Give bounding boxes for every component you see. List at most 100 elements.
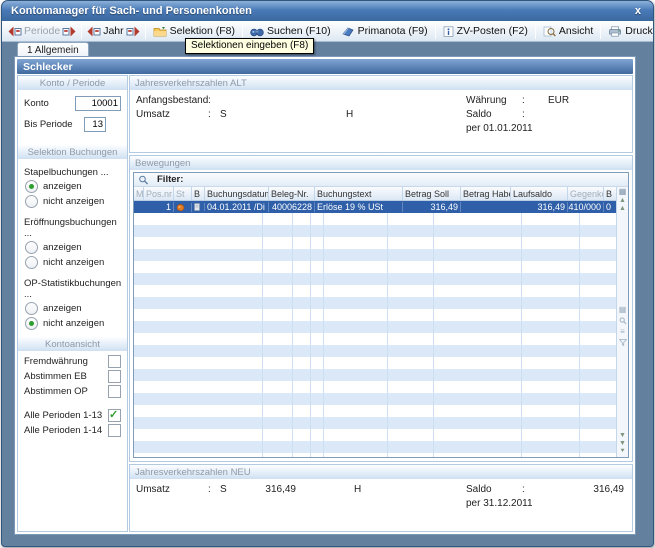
col-header-posnr[interactable]: Pos.nr bbox=[144, 187, 174, 200]
table-nav-strip: ▦ ▲ ▲ ▦ ≡ bbox=[616, 187, 628, 457]
col-header-b[interactable]: B bbox=[192, 187, 205, 200]
radio-icon[interactable] bbox=[25, 195, 38, 208]
checkbox-icon[interactable] bbox=[108, 424, 121, 437]
col-header-buchungsdatum[interactable]: Buchungsdatum ▾ bbox=[205, 187, 269, 200]
column-grid-line bbox=[433, 213, 434, 457]
radio-op-nicht-anzeigen[interactable]: nicht anzeigen bbox=[18, 316, 127, 331]
drucken-button[interactable]: Drucken bbox=[603, 22, 654, 40]
radio-icon[interactable] bbox=[25, 256, 38, 269]
col-header-betrag-haben[interactable]: Betrag Haben bbox=[461, 187, 511, 200]
b-cell bbox=[192, 203, 205, 211]
column-grid-line bbox=[579, 213, 580, 457]
bewegungen-table: M Pos.nr St B Buchungsdatum ▾ Beleg-Nr. bbox=[134, 187, 616, 457]
op-statistikbuchungen-label: OP-Statistikbuchungen ... bbox=[18, 275, 127, 301]
batch-icon bbox=[176, 203, 185, 212]
jvz-alt-header: Jahresverkehrszahlen ALT bbox=[130, 76, 632, 90]
empty-rows-area bbox=[134, 213, 616, 457]
toolbar-separator bbox=[242, 24, 243, 39]
filter-funnel-icon[interactable] bbox=[619, 339, 627, 346]
checkbox-icon[interactable] bbox=[108, 409, 121, 422]
radio-eb-anzeigen[interactable]: anzeigen bbox=[18, 240, 127, 255]
col-header-gegenkonto[interactable]: Gegenkonto bbox=[568, 187, 604, 200]
row-end-icon[interactable]: ⯆ bbox=[620, 448, 626, 455]
checkbox-alle-perioden-1-13[interactable]: Alle Perioden 1-13 bbox=[18, 408, 127, 423]
filter-bar[interactable]: Filter: bbox=[134, 173, 628, 187]
periode-label: Periode bbox=[24, 25, 60, 37]
checkbox-icon[interactable] bbox=[108, 370, 121, 383]
checkbox-icon[interactable] bbox=[108, 385, 121, 398]
zv-posten-button[interactable]: ZV-Posten (F2) bbox=[438, 22, 533, 40]
tooltip-selektionen-eingeben: Selektionen eingeben (F8) bbox=[185, 38, 314, 54]
konto-input[interactable] bbox=[75, 96, 121, 111]
row-last-icon[interactable]: ▼ bbox=[619, 440, 626, 447]
toolbar-separator bbox=[81, 24, 82, 39]
gegenkonto-cell: 8410/000 bbox=[568, 202, 604, 212]
eroeffnungsbuchungen-label: Eröffnungsbuchungen ... bbox=[18, 214, 127, 240]
col-header-m[interactable]: M bbox=[134, 187, 144, 200]
column-grid-line bbox=[310, 213, 311, 457]
konto-periode-header: Konto / Periode bbox=[18, 76, 127, 90]
anfangsbestand-label: Anfangsbestand bbox=[136, 95, 208, 106]
neu-umsatz-soll-value: 316,49 bbox=[234, 484, 304, 495]
calendar-icon[interactable]: ▦ bbox=[619, 306, 627, 314]
radio-stapel-nicht-anzeigen[interactable]: nicht anzeigen bbox=[18, 194, 127, 209]
radio-stapel-anzeigen[interactable]: anzeigen bbox=[18, 179, 127, 194]
radio-icon[interactable] bbox=[25, 302, 38, 315]
column-grid-line bbox=[387, 213, 388, 457]
folder-icon bbox=[153, 26, 167, 37]
checkbox-alle-perioden-1-14[interactable]: Alle Perioden 1-14 bbox=[18, 423, 127, 438]
stapelbuchungen-label: Stapelbuchungen ... bbox=[18, 164, 127, 179]
title-bar[interactable]: Kontomanager für Sach- und Personenkonte… bbox=[2, 1, 653, 21]
bis-periode-input[interactable] bbox=[84, 117, 106, 132]
neu-saldo-value: 316,49 bbox=[548, 484, 624, 495]
col-header-laufsaldo[interactable]: Laufsaldo bbox=[511, 187, 568, 200]
bewegungen-box: Bewegungen Filter: M bbox=[129, 155, 633, 462]
soll-indicator: S bbox=[220, 484, 234, 495]
checkbox-abstimmen-eb[interactable]: Abstimmen EB bbox=[18, 369, 127, 384]
jahr-next-button[interactable] bbox=[126, 26, 140, 37]
close-button[interactable]: x bbox=[632, 5, 644, 17]
toolbar-separator bbox=[435, 24, 436, 39]
table-row-selected[interactable]: 1 bbox=[134, 201, 616, 213]
radio-icon[interactable] bbox=[25, 317, 38, 330]
radio-icon[interactable] bbox=[25, 180, 38, 193]
filter-magnifier-icon[interactable] bbox=[138, 175, 149, 185]
col-header-betrag-soll[interactable]: Betrag Soll bbox=[403, 187, 461, 200]
primanota-button[interactable]: Primanota (F9) bbox=[336, 22, 433, 40]
table-header-row: M Pos.nr St B Buchungsdatum ▾ Beleg-Nr. bbox=[134, 187, 616, 201]
marker-icon[interactable]: ≡ bbox=[620, 328, 625, 336]
betrag-soll-cell: 316,49 bbox=[403, 202, 461, 212]
radio-eb-nicht-anzeigen[interactable]: nicht anzeigen bbox=[18, 255, 127, 270]
buchungstext-cell: Erlöse 19 % USt bbox=[315, 202, 403, 212]
periode-next-button[interactable] bbox=[62, 26, 76, 37]
printer-icon bbox=[608, 26, 622, 37]
buchungsdatum-cell: 04.01.2011 /Di bbox=[205, 202, 269, 212]
binoculars-icon bbox=[250, 26, 264, 37]
col-header-st[interactable]: St bbox=[174, 187, 192, 200]
soll-indicator: S bbox=[220, 109, 234, 120]
periode-prev-button[interactable] bbox=[8, 26, 22, 37]
toolbar: Periode Jahr Selektion (F8) bbox=[2, 21, 653, 42]
toolbar-separator bbox=[145, 24, 146, 39]
row-next-icon[interactable]: ▼ bbox=[619, 432, 626, 439]
checkbox-abstimmen-op[interactable]: Abstimmen OP bbox=[18, 384, 127, 399]
col-header-belegnr[interactable]: Beleg-Nr. bbox=[269, 187, 315, 200]
column-grid-line bbox=[323, 213, 324, 457]
belegnr-cell: 40006228 bbox=[269, 202, 315, 212]
jahr-prev-button[interactable] bbox=[87, 26, 101, 37]
col-header-b2[interactable]: B bbox=[604, 187, 616, 200]
column-chooser-icon[interactable]: ▦ bbox=[619, 188, 627, 196]
row-prev-icon[interactable]: ▲ bbox=[619, 205, 626, 212]
radio-op-anzeigen[interactable]: anzeigen bbox=[18, 301, 127, 316]
ansicht-button[interactable]: Ansicht bbox=[538, 22, 598, 40]
bis-periode-field-row: Bis Periode bbox=[18, 116, 127, 132]
checkbox-icon[interactable] bbox=[108, 355, 121, 368]
checkbox-fremdwaehrung[interactable]: Fremdwährung bbox=[18, 354, 127, 369]
neu-per-date: per 31.12.2011 bbox=[466, 498, 533, 509]
row-first-icon[interactable]: ▲ bbox=[619, 197, 626, 204]
search-row-icon[interactable] bbox=[619, 317, 627, 325]
neu-saldo-label: Saldo bbox=[466, 484, 522, 495]
col-header-buchungstext[interactable]: Buchungstext bbox=[315, 187, 403, 200]
magnifier-page-icon bbox=[543, 26, 556, 37]
radio-icon[interactable] bbox=[25, 241, 38, 254]
